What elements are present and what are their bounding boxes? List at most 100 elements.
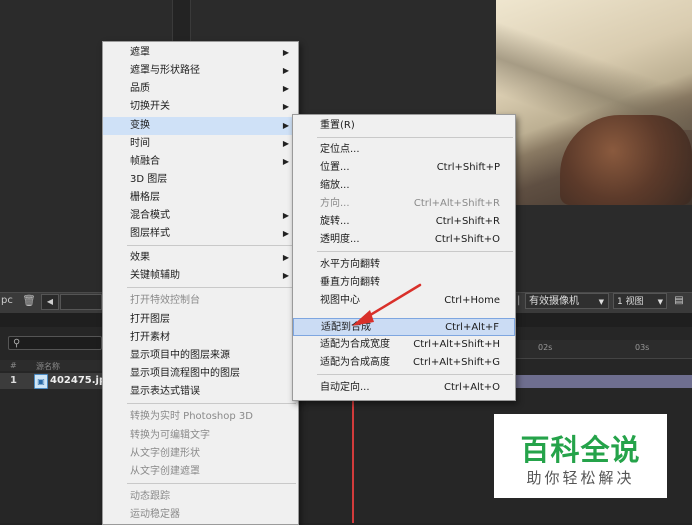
menu-item-label: 品质 — [130, 83, 150, 94]
menu-item-label: 时间 — [130, 138, 150, 149]
viewer-label: pc — [1, 295, 13, 306]
menu-separator — [317, 374, 513, 375]
menu-item-label: 打开素材 — [130, 332, 170, 343]
menu-shortcut: Ctrl+Alt+F — [445, 322, 499, 333]
menu-item-label: 栅格层 — [130, 192, 160, 203]
menu-item-show-expression-errors[interactable]: 显示表达式错误 — [103, 383, 298, 401]
time-tick: 02s — [538, 343, 553, 352]
menu-item-create-masks-from-text: 从文字创建遮罩 — [103, 463, 298, 481]
submenu-arrow-icon: ▶ — [282, 253, 289, 262]
layout-icon[interactable]: ▤ — [671, 293, 687, 309]
menu-shortcut: Ctrl+Alt+Shift+H — [413, 339, 500, 350]
menu-item-scale[interactable]: 缩放... — [293, 177, 515, 195]
view-select-value: 1 视图 — [617, 297, 644, 307]
menu-item-label: 从文字创建形状 — [130, 448, 200, 459]
column-name-header[interactable]: 源名称 — [36, 361, 60, 372]
nav-field[interactable] — [60, 294, 102, 310]
menu-item-label: 方向... — [320, 198, 350, 209]
menu-item-rotation[interactable]: 旋转... Ctrl+Shift+R — [293, 213, 515, 231]
menu-item-switches[interactable]: 切换开关 ▶ — [103, 98, 298, 116]
submenu-arrow-icon: ▶ — [282, 271, 289, 280]
menu-item-label: 从文字创建遮罩 — [130, 466, 200, 477]
menu-item-orientation: 方向... Ctrl+Alt+Shift+R — [293, 195, 515, 213]
menu-item-label: 3D 图层 — [130, 174, 168, 185]
menu-item-label: 切换开关 — [130, 101, 170, 112]
trash-icon[interactable]: 🗑 — [22, 294, 36, 308]
menu-item-open-layer[interactable]: 打开图层 — [103, 311, 298, 329]
menu-item-open-effect-controls: 打开特效控制台 — [103, 292, 298, 310]
menu-item-label: 遮罩 — [130, 47, 150, 58]
menu-item-label: 打开图层 — [130, 314, 170, 325]
menu-item-label: 帧融合 — [130, 156, 160, 167]
menu-item-blend-mode[interactable]: 混合模式 ▶ — [103, 207, 298, 225]
menu-item-label: 位置... — [320, 162, 350, 173]
menu-item-mask-shape-path[interactable]: 遮罩与形状路径 ▶ — [103, 62, 298, 80]
submenu-arrow-icon: ▶ — [282, 84, 289, 93]
menu-item-label: 适配为合成宽度 — [320, 339, 390, 350]
menu-item-label: 显示项目中的图层来源 — [130, 350, 230, 361]
submenu-arrow-icon: ▶ — [282, 139, 289, 148]
menu-shortcut: Ctrl+Shift+P — [436, 162, 500, 173]
menu-shortcut: Ctrl+Shift+O — [434, 234, 500, 245]
layer-context-menu: 遮罩 ▶ 遮罩与形状路径 ▶ 品质 ▶ 切换开关 ▶ 变换 ▶ 时间 ▶ 帧融合 ▶ 3D 图… — [102, 41, 299, 525]
menu-item-convert-to-live-3d: 转换为实时 Photoshop 3D — [103, 408, 298, 426]
menu-item-quality[interactable]: 品质 ▶ — [103, 80, 298, 98]
menu-item-position[interactable]: 位置... Ctrl+Shift+P — [293, 159, 515, 177]
menu-item-label: 动态跟踪 — [130, 491, 170, 502]
menu-item-label: 水平方向翻转 — [320, 259, 380, 270]
menu-separator — [317, 251, 513, 252]
time-tick: 03s — [635, 343, 650, 352]
menu-item-frame-blend[interactable]: 帧融合 ▶ — [103, 153, 298, 171]
menu-item-3d-layer[interactable]: 3D 图层 — [103, 171, 298, 189]
menu-shortcut: Ctrl+Alt+Shift+R — [413, 198, 500, 209]
menu-item-open-footage[interactable]: 打开素材 — [103, 329, 298, 347]
menu-item-fit-to-comp-width[interactable]: 适配为合成宽度 Ctrl+Alt+Shift+H — [293, 336, 515, 354]
menu-item-reset[interactable]: 重置(R) — [293, 117, 515, 135]
chevron-down-icon: ▼ — [657, 298, 663, 306]
watermark-title: 百科全说 — [520, 433, 641, 467]
menu-item-label: 混合模式 — [130, 210, 170, 221]
menu-separator — [317, 137, 513, 138]
menu-item-mask[interactable]: 遮罩 ▶ — [103, 44, 298, 62]
menu-item-fit-to-comp-height[interactable]: 适配为合成高度 Ctrl+Alt+Shift+G — [293, 354, 515, 372]
menu-item-create-shapes-from-text: 从文字创建形状 — [103, 445, 298, 463]
menu-item-label: 运动稳定器 — [130, 509, 180, 520]
menu-item-reveal-in-flowchart[interactable]: 显示项目流程图中的图层 — [103, 365, 298, 383]
menu-item-label: 转换为可编辑文字 — [130, 430, 210, 441]
chevron-down-icon: ▼ — [598, 298, 604, 306]
menu-item-label: 打开特效控制台 — [130, 295, 200, 306]
submenu-arrow-icon: ▶ — [282, 229, 289, 238]
menu-item-flip-horizontal[interactable]: 水平方向翻转 — [293, 256, 515, 274]
menu-separator — [127, 245, 296, 246]
menu-item-warp-stabilizer: 运动稳定器 — [103, 506, 298, 524]
menu-item-opacity[interactable]: 透明度... Ctrl+Shift+O — [293, 231, 515, 249]
transform-submenu: 重置(R) 定位点... 位置... Ctrl+Shift+P 缩放... 方向.… — [292, 114, 516, 401]
menu-item-keyframe-assistant[interactable]: 关键帧辅助 ▶ — [103, 267, 298, 285]
menu-item-transform[interactable]: 变换 ▶ — [103, 117, 298, 135]
menu-item-reveal-in-project[interactable]: 显示项目中的图层来源 — [103, 347, 298, 365]
menu-item-track-motion: 动态跟踪 — [103, 488, 298, 506]
menu-item-anchor-point[interactable]: 定位点... — [293, 141, 515, 159]
menu-item-label: 定位点... — [320, 144, 360, 155]
menu-item-label: 遮罩与形状路径 — [130, 65, 200, 76]
search-icon: ⚲ — [13, 338, 21, 349]
camera-select[interactable]: 有效摄像机 ▼ — [525, 293, 609, 309]
menu-item-time[interactable]: 时间 ▶ — [103, 135, 298, 153]
menu-item-label: 自动定向... — [320, 382, 370, 393]
menu-item-label: 显示项目流程图中的图层 — [130, 368, 240, 379]
menu-item-label: 转换为实时 Photoshop 3D — [130, 411, 253, 422]
menu-item-auto-orient[interactable]: 自动定向... Ctrl+Alt+O — [293, 379, 515, 397]
menu-item-guide-layer[interactable]: 栅格层 — [103, 189, 298, 207]
submenu-arrow-icon: ▶ — [282, 157, 289, 166]
menu-item-label: 透明度... — [320, 234, 360, 245]
view-select[interactable]: 1 视图 ▼ — [613, 293, 667, 309]
menu-separator — [127, 483, 296, 484]
menu-item-effect[interactable]: 效果 ▶ — [103, 249, 298, 267]
menu-shortcut: Ctrl+Alt+O — [444, 382, 500, 393]
search-input[interactable]: ⚲ — [8, 336, 102, 350]
menu-separator — [127, 403, 296, 404]
nav-left-button[interactable]: ◀ — [41, 294, 59, 310]
layer-number: 1 — [10, 375, 17, 386]
menu-item-layer-styles[interactable]: 图层样式 ▶ — [103, 225, 298, 243]
watermark-subtitle: 助你轻松解决 — [526, 469, 635, 487]
